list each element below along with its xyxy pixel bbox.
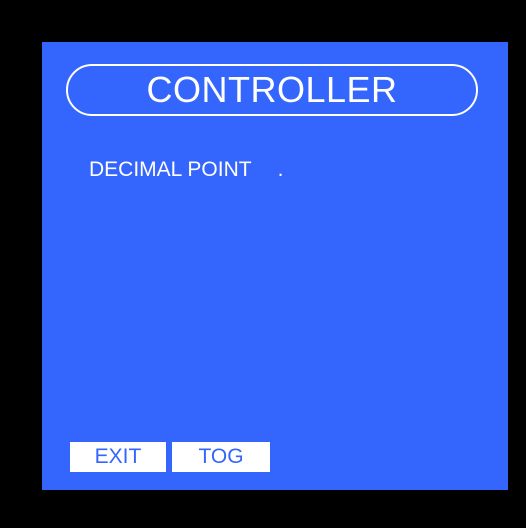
title-frame: CONTROLLER: [66, 64, 478, 116]
decimal-point-setting: DECIMAL POINT.: [89, 158, 283, 182]
toggle-button[interactable]: TOG: [172, 442, 270, 472]
exit-button[interactable]: EXIT: [70, 442, 166, 472]
setting-label: DECIMAL POINT: [89, 158, 252, 181]
screen-title: CONTROLLER: [146, 69, 398, 110]
display-screen: CONTROLLER DECIMAL POINT. EXIT TOG: [42, 42, 508, 490]
setting-value: .: [277, 158, 284, 181]
device-bezel: CONTROLLER DECIMAL POINT. EXIT TOG: [0, 0, 526, 528]
